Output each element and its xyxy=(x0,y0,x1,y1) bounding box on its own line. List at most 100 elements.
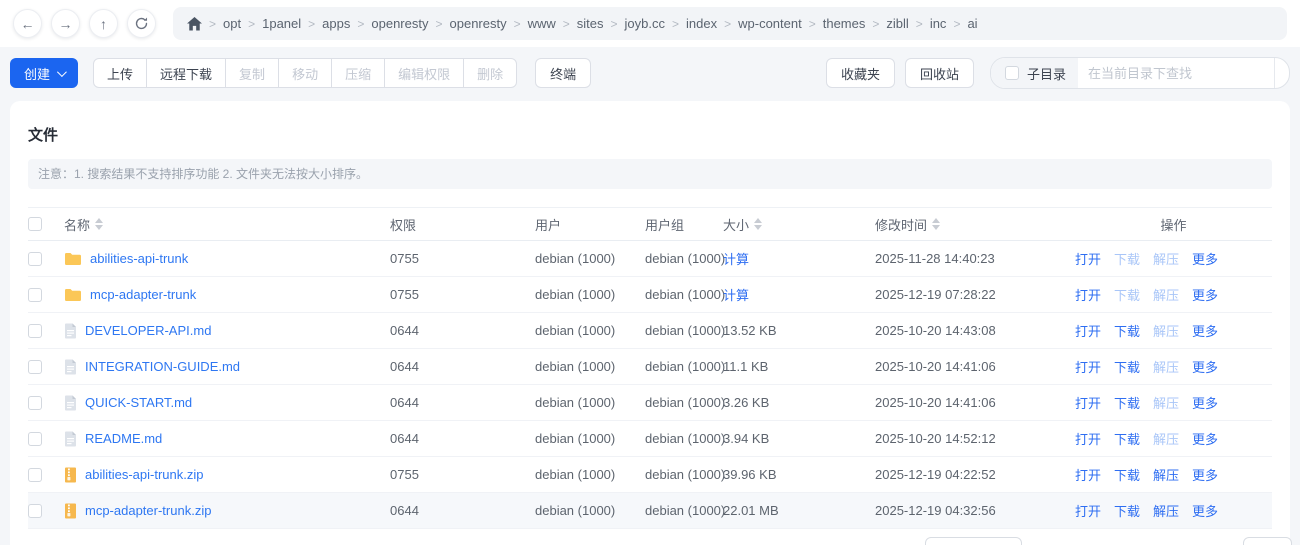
row-checkbox[interactable] xyxy=(28,395,42,410)
op-more-link[interactable]: 更多 xyxy=(1192,501,1218,520)
column-header-size[interactable]: 大小 xyxy=(723,215,875,234)
terminal-button[interactable]: 终端 xyxy=(535,58,592,88)
op-extract-link[interactable]: 解压 xyxy=(1153,465,1179,484)
op-download-link[interactable]: 下载 xyxy=(1114,501,1140,520)
row-checkbox[interactable] xyxy=(28,323,42,338)
select-all-checkbox[interactable] xyxy=(28,217,42,231)
user-cell: debian (1000) xyxy=(535,431,616,446)
breadcrumb-segment[interactable]: sites xyxy=(577,16,604,31)
row-checkbox[interactable] xyxy=(28,287,42,302)
files-table: 名称 权限 用户 用户组 大小 修改时间 操作 abilities-api-tr… xyxy=(28,207,1272,529)
op-open-link[interactable]: 打开 xyxy=(1075,357,1101,376)
sort-icon[interactable] xyxy=(932,218,941,230)
op-extract-link[interactable]: 解压 xyxy=(1153,501,1179,520)
breadcrumb-segment[interactable]: opt xyxy=(223,16,241,31)
ops-cell: 打开 下载 解压 更多 xyxy=(1075,465,1272,484)
toolbar-group-button[interactable]: 远程下载 xyxy=(146,58,227,88)
subdirectory-checkbox[interactable] xyxy=(1005,66,1019,80)
breadcrumb-segment[interactable]: wp-content xyxy=(738,16,802,31)
search-button[interactable] xyxy=(1274,58,1289,88)
op-more-link[interactable]: 更多 xyxy=(1192,285,1218,304)
breadcrumb-segment[interactable]: apps xyxy=(322,16,350,31)
op-download-link[interactable]: 下载 xyxy=(1114,393,1140,412)
op-open-link[interactable]: 打开 xyxy=(1075,321,1101,340)
row-checkbox[interactable] xyxy=(28,467,42,482)
table-header-row: 名称 权限 用户 用户组 大小 修改时间 操作 xyxy=(28,207,1272,241)
top-nav-bar: ← → ↑ > opt >1panel > apps > openresty > openres… xyxy=(0,0,1300,47)
page-button[interactable] xyxy=(1243,537,1292,545)
op-more-link[interactable]: 更多 xyxy=(1192,357,1218,376)
op-open-link[interactable]: 打开 xyxy=(1075,465,1101,484)
back-button[interactable]: ← xyxy=(13,9,42,38)
file-name-link[interactable]: mcp-adapter-trunk.zip xyxy=(85,503,211,518)
op-open-link[interactable]: 打开 xyxy=(1075,285,1101,304)
search-input[interactable] xyxy=(1078,58,1275,88)
op-download-link[interactable]: 下载 xyxy=(1114,465,1140,484)
row-checkbox[interactable] xyxy=(28,359,42,374)
breadcrumb-separator: > xyxy=(308,16,316,31)
breadcrumb-separator: > xyxy=(562,16,570,31)
size-calc-link[interactable]: 计算 xyxy=(723,288,749,303)
breadcrumb-segment[interactable]: inc xyxy=(930,16,947,31)
breadcrumb-segment[interactable]: themes xyxy=(823,16,866,31)
op-more-link[interactable]: 更多 xyxy=(1192,321,1218,340)
toolbar-group-button[interactable]: 上传 xyxy=(93,58,148,88)
perm-cell: 0755 xyxy=(390,467,419,482)
op-more-link[interactable]: 更多 xyxy=(1192,393,1218,412)
op-download-link[interactable]: 下载 xyxy=(1114,321,1140,340)
op-more-link[interactable]: 更多 xyxy=(1192,429,1218,448)
op-open-link[interactable]: 打开 xyxy=(1075,429,1101,448)
create-button[interactable]: 创建 xyxy=(10,58,79,88)
breadcrumb-segment[interactable]: joyb.cc xyxy=(625,16,665,31)
op-download-link: 下载 xyxy=(1114,252,1141,267)
file-name-link[interactable]: README.md xyxy=(85,431,162,446)
file-name-link[interactable]: abilities-api-trunk.zip xyxy=(85,467,204,482)
breadcrumb-segment[interactable]: openresty xyxy=(371,16,428,31)
op-open-link[interactable]: 打开 xyxy=(1075,501,1101,520)
file-name-link[interactable]: abilities-api-trunk xyxy=(90,251,188,266)
sort-icon[interactable] xyxy=(754,218,763,230)
file-name-link[interactable]: mcp-adapter-trunk xyxy=(90,287,196,302)
home-icon[interactable] xyxy=(187,16,202,31)
column-header-mtime[interactable]: 修改时间 xyxy=(875,215,1075,234)
ops-cell: 打开 下载 解压 更多 xyxy=(1075,321,1272,340)
mtime-cell: 2025-10-20 14:43:08 xyxy=(875,323,996,338)
op-open-link[interactable]: 打开 xyxy=(1075,249,1101,268)
file-name-link[interactable]: INTEGRATION-GUIDE.md xyxy=(85,359,240,374)
op-download-link[interactable]: 下载 xyxy=(1114,357,1140,376)
op-download-link[interactable]: 下载 xyxy=(1114,429,1140,448)
breadcrumb-segment[interactable]: zibll xyxy=(886,16,908,31)
recycle-bin-button[interactable]: 回收站 xyxy=(904,58,974,88)
group-cell: debian (1000) xyxy=(645,503,726,518)
op-open-link[interactable]: 打开 xyxy=(1075,393,1101,412)
refresh-button[interactable] xyxy=(127,9,156,38)
ops-cell: 打开 下载 解压 更多 xyxy=(1075,501,1272,520)
user-cell: debian (1000) xyxy=(535,503,616,518)
up-icon: ↑ xyxy=(100,15,107,32)
op-extract-link: 解压 xyxy=(1153,432,1180,447)
row-checkbox[interactable] xyxy=(28,431,42,446)
column-header-name[interactable]: 名称 xyxy=(64,215,390,234)
mtime-cell: 2025-10-20 14:41:06 xyxy=(875,395,996,410)
group-cell: debian (1000) xyxy=(645,287,726,302)
file-name-link[interactable]: DEVELOPER-API.md xyxy=(85,323,211,338)
forward-button[interactable]: → xyxy=(51,9,80,38)
breadcrumb-segment[interactable]: www xyxy=(528,16,556,31)
op-more-link[interactable]: 更多 xyxy=(1192,465,1218,484)
page-size-select[interactable] xyxy=(925,537,1022,545)
breadcrumb-segment[interactable]: 1panel xyxy=(262,16,301,31)
refresh-icon xyxy=(134,16,149,31)
up-button[interactable]: ↑ xyxy=(89,9,118,38)
file-name-link[interactable]: QUICK-START.md xyxy=(85,395,192,410)
row-checkbox[interactable] xyxy=(28,251,42,266)
row-checkbox[interactable] xyxy=(28,503,42,518)
size-calc-link[interactable]: 计算 xyxy=(723,252,749,267)
breadcrumb-segment[interactable]: index xyxy=(686,16,717,31)
breadcrumb-segment[interactable]: ai xyxy=(967,16,977,31)
breadcrumb-segment[interactable]: openresty xyxy=(450,16,507,31)
sort-icon[interactable] xyxy=(95,218,104,230)
favorites-button[interactable]: 收藏夹 xyxy=(825,58,895,88)
file-row: mcp-adapter-trunk 0755 debian (1000) debian… xyxy=(28,277,1272,313)
op-more-link[interactable]: 更多 xyxy=(1192,249,1218,268)
user-cell: debian (1000) xyxy=(535,467,616,482)
